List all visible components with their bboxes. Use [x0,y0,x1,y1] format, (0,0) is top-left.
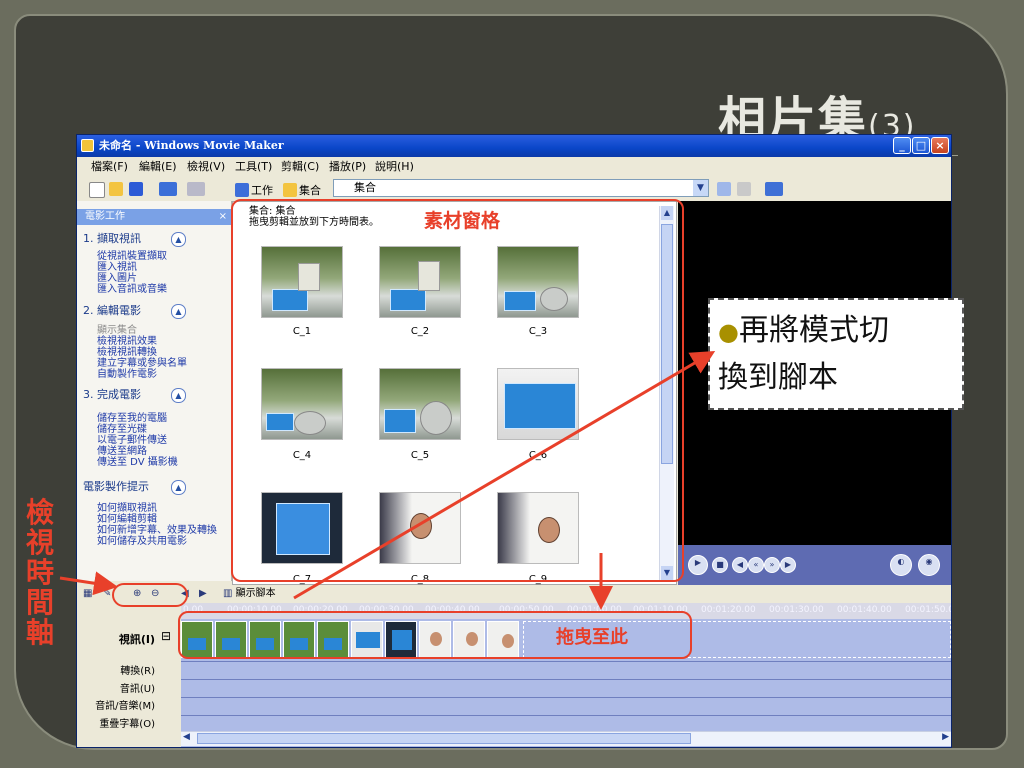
menu-clip[interactable]: 剪輯(C) [281,157,319,177]
play-timeline-icon[interactable]: ▶ [199,585,207,603]
task-link[interactable]: 傳送至 DV 攝影機 [97,457,178,468]
menu-play[interactable]: 播放(P) [329,157,366,177]
movie-tasks-pane: 電影工作 × 1. 擷取視訊 ▲ 從視訊裝置擷取 匯入視訊 匯入圖片 匯入音訊或音… [77,201,232,581]
rewind-icon[interactable]: « [748,557,764,573]
track-audio-label: 音訊(U) [119,684,155,695]
ruler-tick: 00:01:30.00 [769,605,824,615]
narration-icon[interactable]: ✎ [103,585,111,603]
task-link[interactable]: 從視訊裝置擷取 [97,251,167,262]
play-icon[interactable]: ▶ [688,555,708,575]
collections-folder-icon [283,183,297,197]
collection-combo[interactable]: 集合 ▼ [333,179,709,197]
window-titlebar: 未命名 - Windows Movie Maker _ □ × [77,135,951,157]
menu-tools[interactable]: 工具(T) [235,157,272,177]
task-link[interactable]: 匯入圖片 [97,273,137,284]
new-collection-icon[interactable] [737,182,751,196]
task-link[interactable]: 匯入音訊或音樂 [97,284,167,295]
task-link[interactable]: 儲存至我的電腦 [97,413,167,424]
title-overlay-track[interactable] [181,715,951,732]
task-link[interactable]: 匯入視訊 [97,262,137,273]
section-capture-video[interactable]: 1. 擷取視訊 [83,231,141,246]
bullet-icon: ● [718,318,739,346]
fast-forward-icon[interactable]: » [764,557,780,573]
next-frame-icon[interactable]: ▶ [780,557,796,573]
open-folder-icon[interactable] [109,182,123,196]
redo-icon[interactable] [187,182,205,196]
task-link[interactable]: 自動製作電影 [97,369,157,380]
audio-track[interactable] [181,679,951,698]
split-clip-icon[interactable]: ◐ [890,554,912,576]
material-pane-highlight [231,199,684,582]
movie-maker-app-icon [81,139,94,152]
collapse-icon[interactable]: ▲ [171,232,186,247]
maximize-button[interactable]: □ [912,137,930,154]
section-finish-movie[interactable]: 3. 完成電影 [83,387,141,402]
track-title-overlay-label: 重疊字幕(O) [99,719,155,730]
storyboard-view-icon: ▥ [223,588,236,599]
music-track[interactable] [181,697,951,716]
ruler-tick: 00:01:50.00 [905,605,951,615]
menu-file[interactable]: 檔案(F) [91,157,128,177]
zoom-buttons-highlight [112,583,188,607]
timeline-toolbar: ▦ ✎ ⊕ ⊖ ◀ ▶ ▥ 顯示腳本 [77,585,951,603]
collapse-icon[interactable]: ▲ [171,388,186,403]
callout-note: ●再將模式切 換到腳本 [708,298,964,410]
window-title: 未命名 - Windows Movie Maker [99,139,284,152]
ruler-tick: 00:01:40.00 [837,605,892,615]
playback-controls: ▶ ■ ◀ « » ▶ ◐ ◉ [678,545,951,585]
task-link[interactable]: 如何編輯剪輯 [97,514,157,525]
up-level-icon[interactable] [717,182,731,196]
task-link[interactable]: 如何新增字幕、效果及轉換 [97,525,217,536]
new-project-icon[interactable] [89,182,105,198]
task-link[interactable]: 傳送至網路 [97,446,147,457]
snapshot-icon[interactable]: ◉ [918,554,940,576]
section-movie-tips[interactable]: 電影製作提示 [83,479,149,494]
task-link[interactable]: 檢視視訊轉換 [97,347,157,358]
task-link[interactable]: 如何擷取視訊 [97,503,157,514]
collapse-track-icon[interactable]: ⊟ [161,629,171,643]
tasks-toggle-button[interactable]: 工作 [235,180,273,198]
menubar: 檔案(F) 編輯(E) 檢視(V) 工具(T) 剪輯(C) 播放(P) 說明(H… [77,157,951,177]
task-link[interactable]: 儲存至光碟 [97,424,147,435]
views-icon[interactable] [765,182,783,196]
undo-icon[interactable] [159,182,177,196]
task-link[interactable]: 建立字幕或參與名單 [97,358,187,369]
timeline-horizontal-scrollbar[interactable]: ◀ ▶ [181,731,951,746]
tasks-pane-header: 電影工作 × [77,209,231,225]
close-icon[interactable]: × [219,209,227,225]
scroll-right-icon[interactable]: ▶ [942,732,949,742]
close-button[interactable]: × [931,137,949,154]
track-video-label: 視訊(I) [118,633,155,646]
menu-help[interactable]: 說明(H) [375,157,414,177]
stop-icon[interactable]: ■ [712,557,728,573]
task-link[interactable]: 顯示集合 [97,325,137,336]
collapse-icon[interactable]: ▲ [171,304,186,319]
save-icon[interactable] [129,182,143,196]
menu-view[interactable]: 檢視(V) [187,157,225,177]
timeline-track-names: 視訊(I) ⊟ 轉換(R) 音訊(U) 音訊/音樂(M) 重疊字幕(O) [77,603,181,747]
drag-here-annotation: 拖曳至此 [556,627,628,648]
task-link[interactable]: 檢視視訊效果 [97,336,157,347]
collapse-icon[interactable]: ▲ [171,480,186,495]
previous-frame-icon[interactable]: ◀ [732,557,748,573]
collections-toggle-button[interactable]: 集合 [283,180,321,198]
section-edit-movie[interactable]: 2. 編輯電影 [83,303,141,318]
scrollbar-thumb[interactable] [197,733,691,744]
track-music-label: 音訊/音樂(M) [95,701,155,712]
menu-edit[interactable]: 編輯(E) [139,157,177,177]
view-timeline-annotation: 檢視時間軸 [26,496,55,649]
transition-track[interactable] [181,661,951,680]
material-pane-annotation: 素材窗格 [424,210,501,232]
ruler-tick: 00:01:20.00 [701,605,756,615]
task-link[interactable]: 如何儲存及共用電影 [97,536,187,547]
storyboard-icon[interactable]: ▦ [83,585,92,603]
chevron-down-icon: ▼ [693,180,708,196]
task-link[interactable]: 以電子郵件傳送 [97,435,167,446]
track-transition-label: 轉換(R) [120,666,155,677]
show-storyboard-button[interactable]: ▥ 顯示腳本 [223,585,276,603]
minimize-button[interactable]: _ [893,137,911,154]
tasks-icon [235,183,249,197]
scroll-left-icon[interactable]: ◀ [183,732,190,742]
